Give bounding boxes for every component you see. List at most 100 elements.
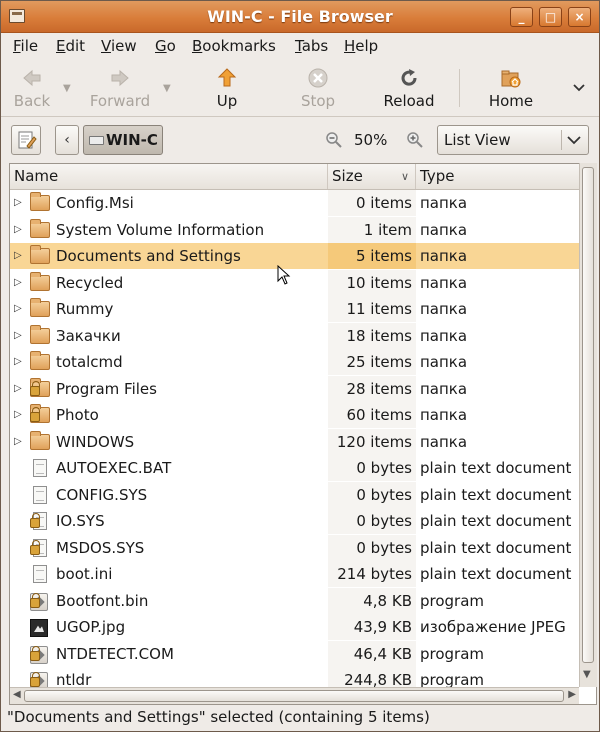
forward-history-dropdown[interactable]: ▼ (163, 83, 171, 94)
file-row[interactable]: ▷ Rummy 11 items папка (10, 296, 580, 322)
folder-icon (30, 298, 50, 317)
horizontal-scrollbar[interactable]: ◀ ▶ (10, 687, 579, 704)
horizontal-scroll-thumb[interactable] (24, 690, 564, 702)
expander-triangle-icon[interactable]: ▷ (14, 376, 22, 402)
file-row[interactable]: MSDOS.SYS 0 bytes plain text document (10, 534, 580, 561)
lock-icon (30, 513, 40, 528)
expander-triangle-icon[interactable]: ▷ (14, 349, 22, 375)
path-button-win-c[interactable]: WIN-C (83, 125, 163, 155)
file-name: CONFIG.SYS (56, 485, 148, 504)
column-header-size-label: Size (332, 167, 363, 185)
toolbar-overflow-chevron-icon[interactable] (573, 84, 585, 92)
file-row[interactable]: AUTOEXEC.BAT 0 bytes plain text document (10, 455, 580, 481)
zoom-out-icon[interactable] (325, 131, 343, 149)
home-button[interactable]: Home (483, 61, 539, 115)
file-row[interactable]: boot.ini 214 bytes plain text document (10, 561, 580, 587)
scroll-right-arrow-icon[interactable]: ▶ (568, 689, 576, 700)
toggle-location-entry-button[interactable] (11, 125, 41, 155)
file-type: plain text document (420, 512, 572, 530)
drive-icon (89, 136, 104, 145)
expander-triangle-icon[interactable]: ▷ (14, 323, 22, 349)
file-name: Recycled (56, 273, 124, 292)
expander-triangle-icon[interactable]: ▷ (14, 217, 22, 243)
back-label: Back (13, 92, 51, 110)
reload-label: Reload (383, 92, 435, 110)
expander-triangle-icon[interactable]: ▷ (14, 190, 22, 216)
folder-icon (30, 245, 50, 264)
lock-icon (30, 380, 40, 396)
file-row[interactable]: ▷ Documents and Settings 5 items папка (10, 243, 580, 269)
menu-edit[interactable]: Edit (56, 37, 85, 55)
file-type: plain text document (420, 459, 572, 477)
column-header-type[interactable]: Type (416, 164, 580, 189)
minimize-button[interactable]: _ (510, 7, 533, 27)
file-size: 60 items (346, 406, 412, 424)
file-row[interactable]: ▷ Recycled 10 items папка (10, 269, 580, 296)
file-row[interactable]: Bootfont.bin 4,8 KB program (10, 587, 580, 614)
folder-icon (30, 218, 50, 238)
back-button[interactable]: Back (7, 61, 57, 115)
file-row[interactable]: ▷ Program Files 28 items папка (10, 375, 580, 402)
file-type: папка (420, 432, 468, 451)
expander-triangle-icon[interactable]: ▷ (14, 429, 22, 455)
sort-descending-icon: ∨ (400, 170, 409, 183)
vertical-scroll-thumb[interactable] (582, 167, 594, 663)
file-row[interactable]: NTDETECT.COM 46,4 KB program (10, 640, 580, 667)
menu-view[interactable]: View (101, 37, 137, 55)
vertical-scrollbar[interactable]: ▼ (579, 163, 597, 687)
file-type: plain text document (420, 538, 572, 557)
view-mode-value: List View (444, 131, 511, 149)
column-header-name[interactable]: Name (10, 164, 328, 189)
edit-location-icon (18, 131, 37, 149)
column-header-type-label: Type (420, 167, 455, 185)
file-size: 11 items (346, 300, 412, 318)
file-row[interactable]: ▷ Config.Msi 0 items папка (10, 190, 580, 216)
file-size: 1 item (363, 220, 412, 239)
forward-arrow-icon (111, 69, 129, 87)
file-size: 46,4 KB (353, 644, 412, 663)
file-size: 214 bytes (337, 565, 412, 583)
file-type: program (420, 644, 485, 663)
home-label: Home (488, 92, 534, 110)
back-history-dropdown[interactable]: ▼ (63, 83, 71, 94)
stop-label: Stop (300, 92, 336, 110)
menu-help[interactable]: Help (344, 37, 378, 55)
up-button[interactable]: Up (205, 61, 249, 115)
scroll-down-arrow-icon[interactable]: ▼ (583, 669, 591, 680)
forward-button[interactable]: Forward (83, 61, 157, 115)
maximize-button[interactable]: □ (539, 7, 562, 27)
document-icon (33, 459, 47, 477)
expander-triangle-icon[interactable]: ▷ (14, 243, 22, 269)
scroll-left-arrow-icon[interactable]: ◀ (13, 689, 21, 700)
path-scroll-left-button[interactable]: ‹ (55, 125, 79, 155)
menu-bookmarks[interactable]: Bookmarks (192, 37, 276, 55)
view-mode-select[interactable]: List View (437, 125, 589, 155)
file-name: Rummy (56, 300, 114, 318)
reload-button[interactable]: Reload (379, 61, 439, 115)
file-name: Config.Msi (56, 194, 134, 212)
zoom-in-icon[interactable] (406, 131, 424, 149)
file-type: папка (420, 247, 468, 265)
expander-triangle-icon[interactable]: ▷ (14, 402, 22, 428)
menu-file[interactable]: File (13, 37, 38, 55)
home-icon (501, 70, 521, 88)
file-row[interactable]: CONFIG.SYS 0 bytes plain text document (10, 481, 580, 508)
zoom-level[interactable]: 50% (354, 131, 387, 149)
stop-button[interactable]: Stop (295, 61, 341, 115)
file-row[interactable]: ▷ System Volume Information 1 item папка (10, 216, 580, 243)
expander-triangle-icon[interactable]: ▷ (14, 296, 22, 322)
title-bar[interactable]: WIN-C - File Browser _ □ × (1, 1, 599, 33)
file-row[interactable]: ▷ Photo 60 items папка (10, 402, 580, 428)
expander-triangle-icon[interactable]: ▷ (14, 270, 22, 296)
file-row[interactable]: ▷ totalcmd 25 items папка (10, 349, 580, 375)
file-row[interactable]: IO.SYS 0 bytes plain text document (10, 508, 580, 534)
file-row[interactable]: ▷ WINDOWS 120 items папка (10, 428, 580, 455)
up-label: Up (216, 92, 238, 110)
menu-tabs[interactable]: Tabs (295, 37, 328, 55)
close-button[interactable]: × (568, 7, 591, 27)
menu-go[interactable]: Go (155, 37, 176, 55)
file-row[interactable]: UGOP.jpg 43,9 KB изображение JPEG (10, 614, 580, 640)
column-header-size[interactable]: Size ∨ (328, 164, 416, 189)
file-name: NTDETECT.COM (56, 644, 174, 663)
file-row[interactable]: ▷ Закачки 18 items папка (10, 322, 580, 349)
